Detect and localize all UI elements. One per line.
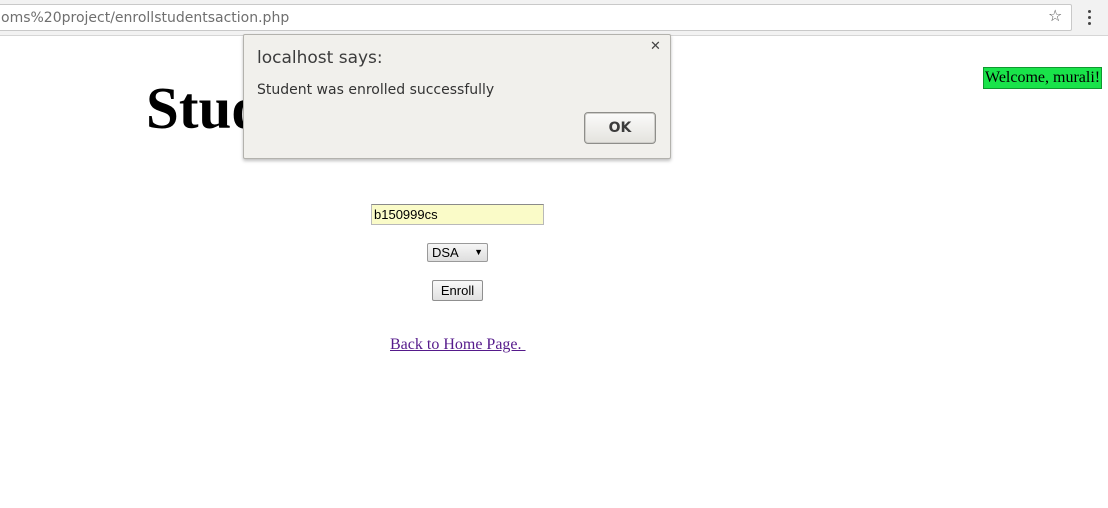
alert-dialog: localhost says: ✕ Student was enrolled s… (243, 34, 671, 159)
enroll-button[interactable]: Enroll (432, 280, 483, 301)
kebab-menu-icon[interactable] (1083, 7, 1097, 29)
chevron-down-icon: ▼ (474, 247, 483, 257)
alert-message: Student was enrolled successfully (257, 82, 495, 98)
back-home-link[interactable]: Back to Home Page. (390, 336, 526, 354)
address-bar[interactable]: oms%20project/enrollstudentsaction.php (0, 4, 1072, 31)
course-select[interactable]: DSA ▼ (427, 243, 488, 262)
close-icon[interactable]: ✕ (650, 40, 661, 54)
ok-button[interactable]: OK (584, 112, 656, 144)
welcome-badge: Welcome, murali! (983, 67, 1103, 89)
browser-toolbar: oms%20project/enrollstudentsaction.php ☆ (0, 0, 1108, 36)
student-id-input[interactable] (371, 204, 544, 225)
course-select-value: DSA (432, 245, 459, 260)
url-text: oms%20project/enrollstudentsaction.php (1, 10, 290, 26)
bookmark-star-icon[interactable]: ☆ (1048, 6, 1062, 26)
alert-title: localhost says: (257, 48, 383, 68)
